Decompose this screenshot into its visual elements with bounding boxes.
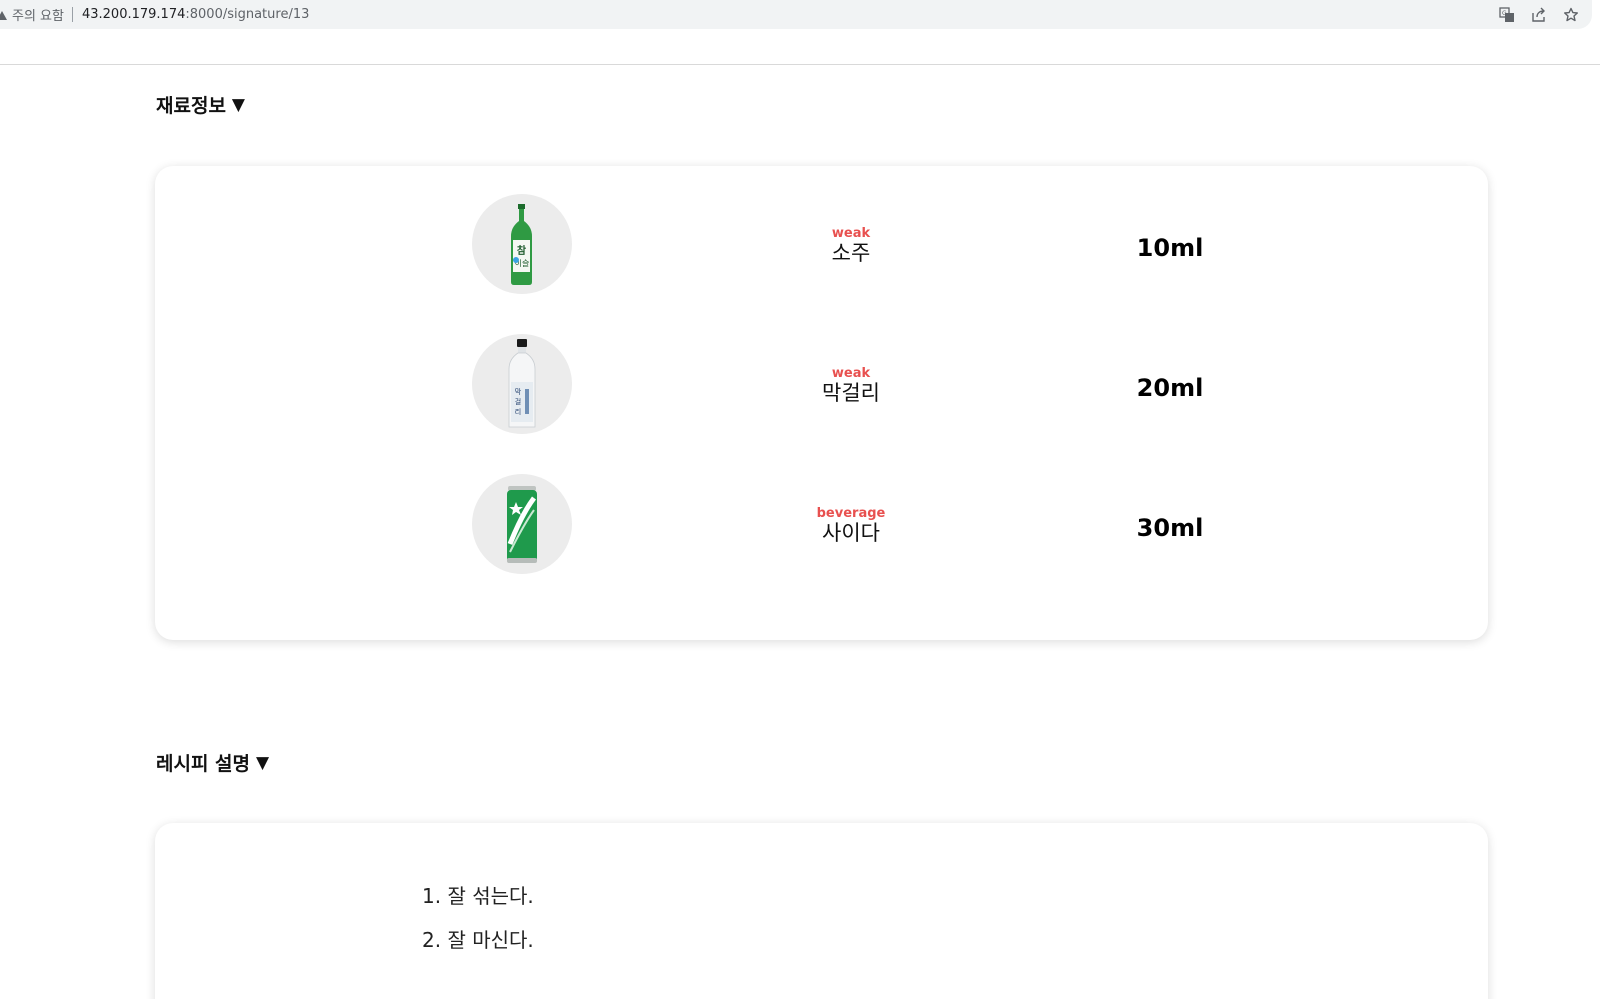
svg-text:막: 막 bbox=[515, 387, 522, 396]
ingredient-name: 사이다 bbox=[822, 521, 880, 545]
header-divider bbox=[0, 64, 1600, 65]
recipe-step: 2. 잘 마신다. bbox=[422, 928, 534, 952]
ingredient-name-block: weak 막걸리 bbox=[761, 366, 941, 405]
soju-bottle-image: 참 이슬 bbox=[472, 194, 572, 294]
svg-text:걸: 걸 bbox=[515, 398, 521, 406]
recipe-steps-list: 1. 잘 섞는다. 2. 잘 마신다. bbox=[422, 874, 534, 962]
url-text[interactable]: 43.200.179.174:8000/signature/13 bbox=[82, 7, 309, 22]
ingredient-row: 막 걸 리 weak 막걸리 20ml bbox=[155, 334, 1488, 434]
ingredients-title: 재료정보 bbox=[156, 95, 226, 117]
ingredients-card: 참 이슬 weak 소주 10ml 막 걸 리 weak 막걸리 20ml be… bbox=[155, 166, 1488, 640]
warning-icon[interactable] bbox=[0, 9, 7, 21]
ingredient-name-block: weak 소주 bbox=[761, 226, 941, 265]
address-separator bbox=[71, 7, 73, 22]
ingredient-name-block: beverage 사이다 bbox=[761, 506, 941, 545]
ingredient-name: 막걸리 bbox=[822, 381, 880, 405]
address-actions: G bbox=[1498, 0, 1580, 29]
ingredients-section-toggle[interactable]: 재료정보 ▼ bbox=[156, 91, 245, 118]
url-host: 43.200.179.174 bbox=[81, 7, 186, 22]
ingredient-tag: weak bbox=[831, 366, 871, 381]
ingredient-row: beverage 사이다 30ml bbox=[155, 474, 1488, 574]
ingredient-amount: 20ml bbox=[1136, 374, 1204, 402]
recipe-step: 1. 잘 섞는다. bbox=[422, 884, 534, 908]
recipe-card: 1. 잘 섞는다. 2. 잘 마신다. bbox=[155, 823, 1488, 999]
share-icon[interactable] bbox=[1530, 6, 1548, 24]
ingredient-amount: 30ml bbox=[1136, 514, 1204, 542]
security-label[interactable]: 주의 요함 bbox=[12, 5, 64, 24]
ingredient-name: 소주 bbox=[831, 241, 871, 265]
makgeolli-bottle-image: 막 걸 리 bbox=[472, 334, 572, 434]
ingredient-tag: beverage bbox=[816, 506, 886, 521]
triangle-down-icon: ▼ bbox=[256, 752, 270, 773]
bookmark-star-icon[interactable] bbox=[1562, 6, 1580, 24]
translate-icon[interactable]: G bbox=[1498, 6, 1516, 24]
ingredient-amount: 10ml bbox=[1136, 234, 1204, 262]
address-left: 주의 요함 43.200.179.174:8000/signature/13 bbox=[0, 0, 309, 29]
ingredient-row: 참 이슬 weak 소주 10ml bbox=[155, 194, 1488, 294]
url-path: :8000/signature/13 bbox=[185, 7, 310, 22]
svg-text:G: G bbox=[1502, 10, 1507, 17]
svg-text:참: 참 bbox=[517, 244, 527, 257]
recipe-section-toggle[interactable]: 레시피 설명 ▼ bbox=[156, 749, 269, 776]
svg-text:리: 리 bbox=[515, 407, 521, 416]
ingredient-tag: weak bbox=[831, 226, 871, 241]
triangle-down-icon: ▼ bbox=[231, 94, 245, 115]
browser-address-bar[interactable]: 주의 요함 43.200.179.174:8000/signature/13 G bbox=[0, 0, 1592, 29]
cider-can-image bbox=[472, 474, 572, 574]
recipe-title: 레시피 설명 bbox=[156, 753, 251, 775]
